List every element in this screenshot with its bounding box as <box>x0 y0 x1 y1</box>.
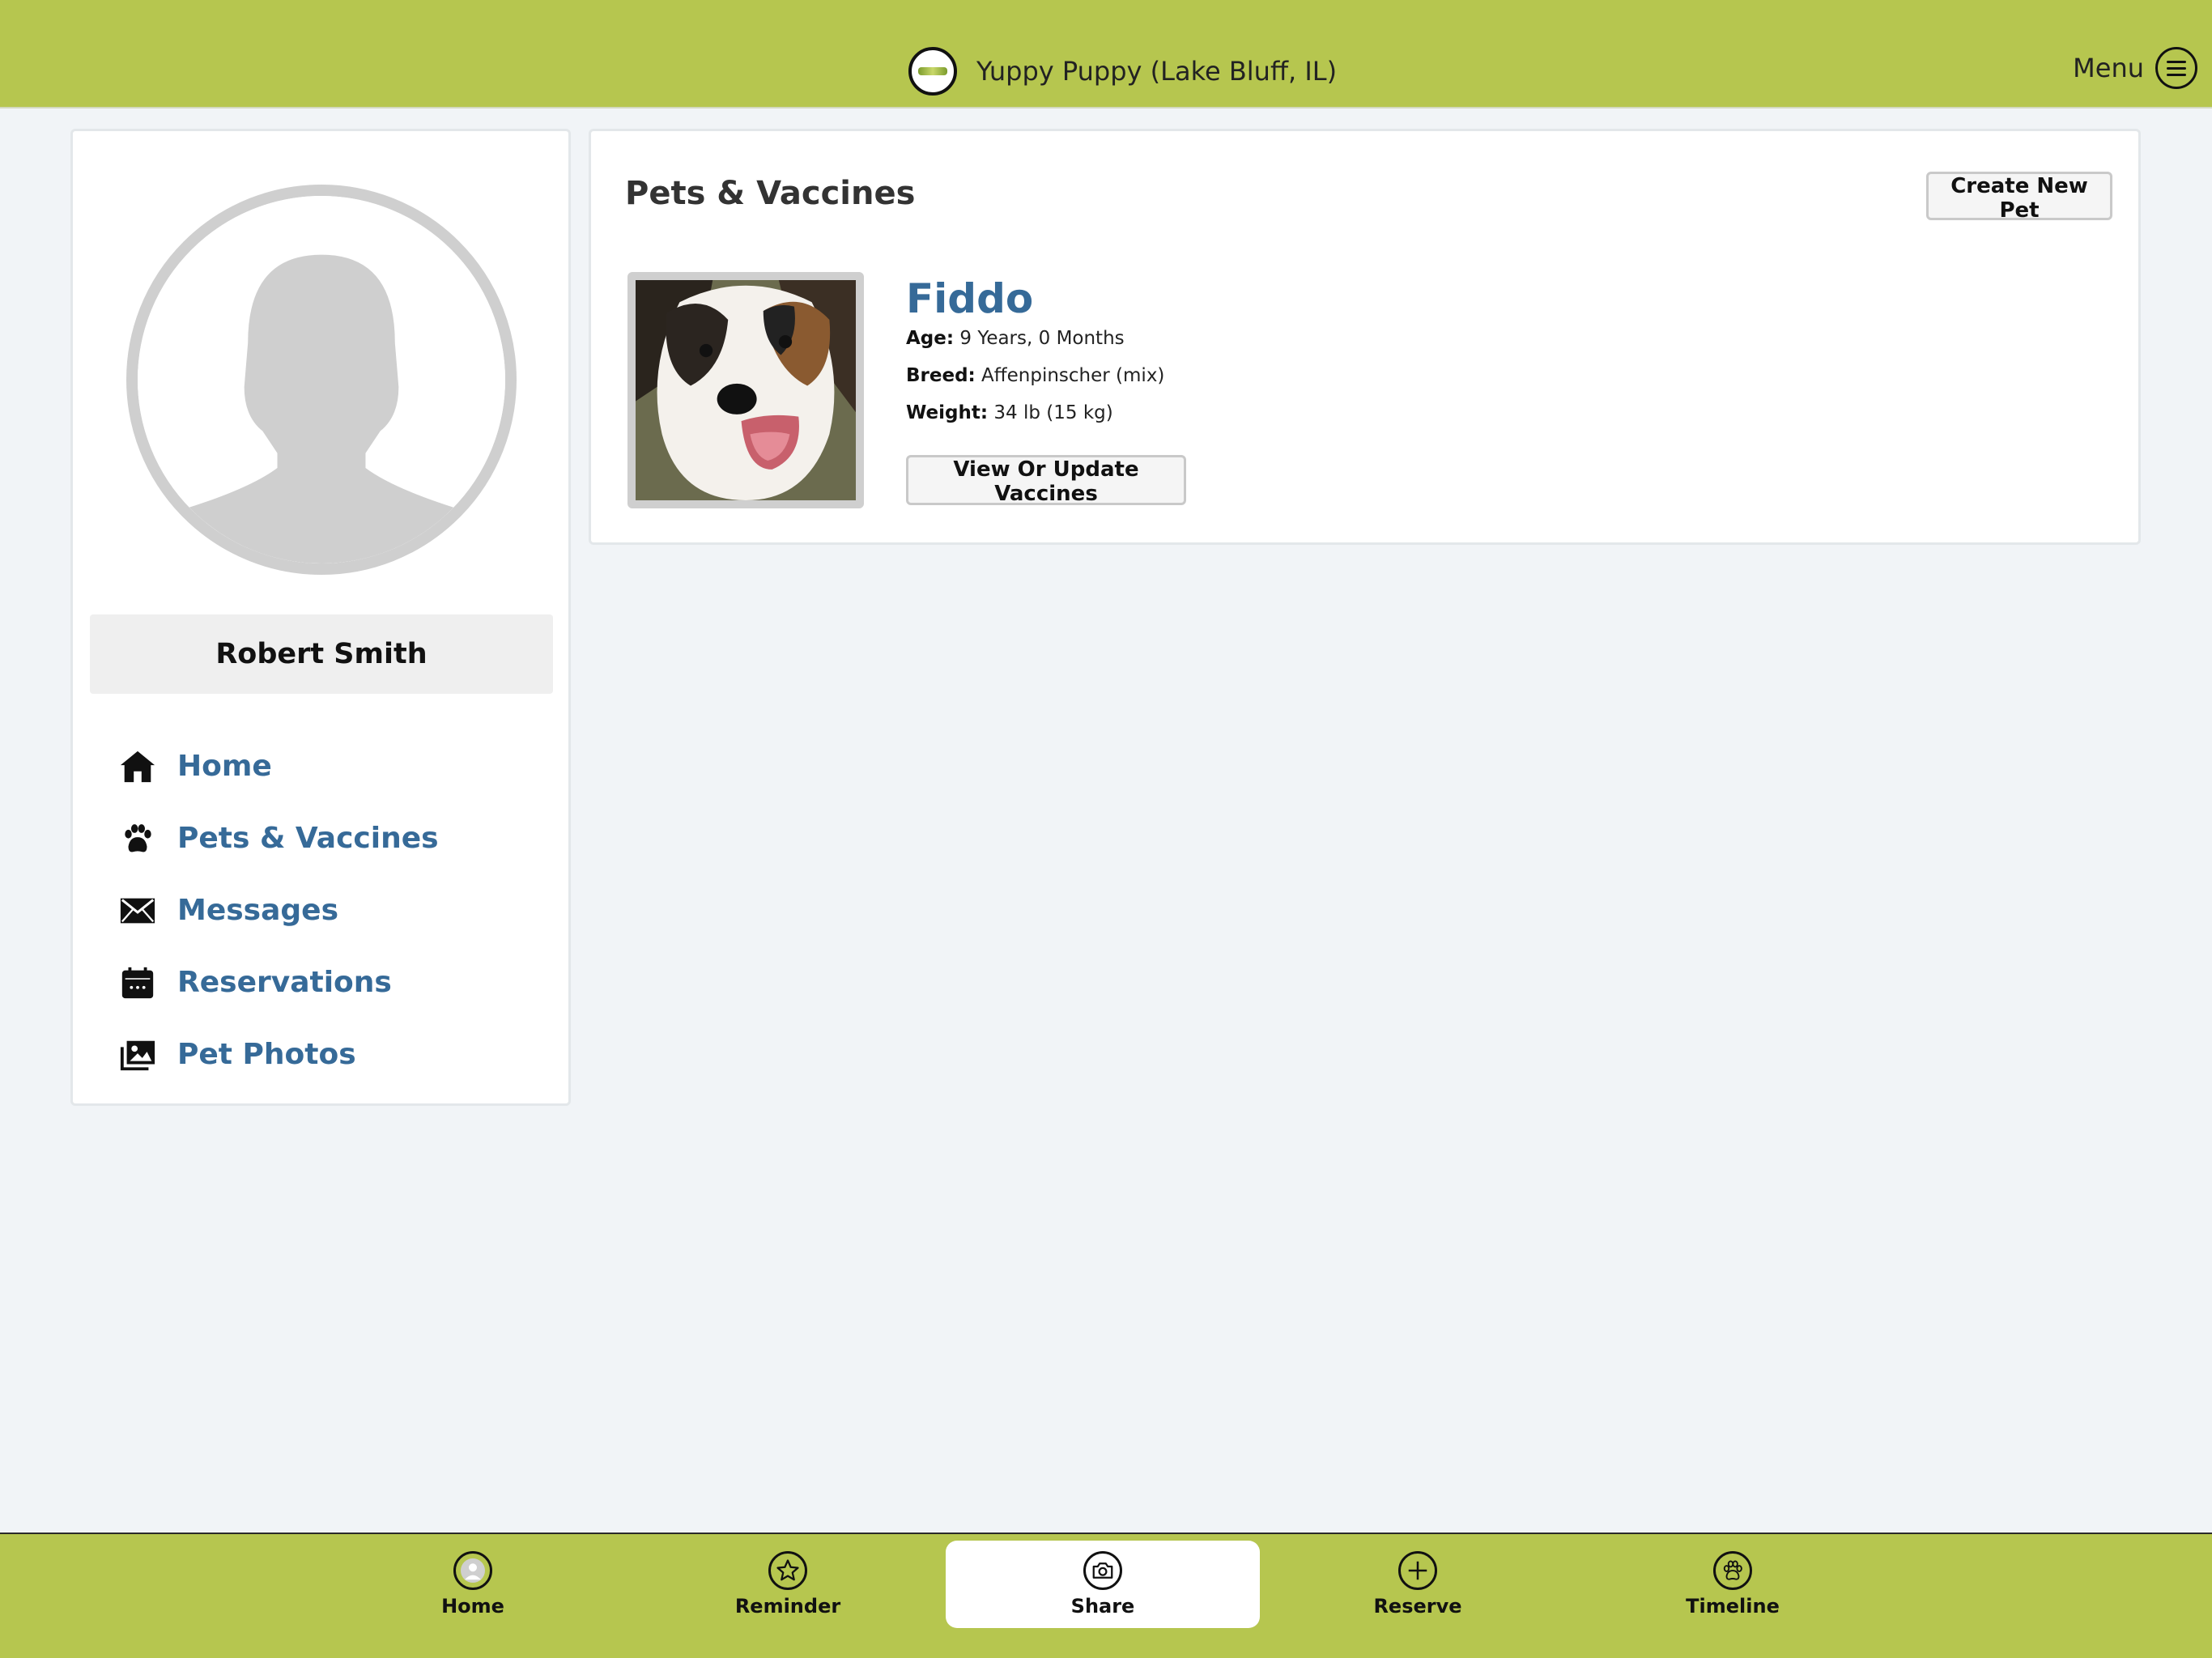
top-bar: Yuppy Puppy (Lake Bluff, IL) Menu <box>0 0 2212 108</box>
user-silhouette-icon <box>126 185 517 575</box>
sidebar-item-pets-vaccines[interactable]: Pets & Vaccines <box>117 802 538 874</box>
page-title: Pets & Vaccines <box>625 175 916 212</box>
pet-weight-label: Weight: <box>906 402 989 423</box>
pet-weight: Weight: 34 lb (15 kg) <box>906 402 1113 423</box>
tab-label: Reserve <box>1373 1595 1462 1618</box>
pet-age-label: Age: <box>906 328 955 349</box>
brand[interactable]: Yuppy Puppy (Lake Bluff, IL) <box>908 47 1337 96</box>
create-new-pet-button[interactable]: Create New Pet <box>1926 172 2112 223</box>
tab-reserve[interactable]: Reserve <box>1261 1541 1575 1628</box>
envelope-icon <box>117 891 158 931</box>
tab-label: Timeline <box>1686 1595 1780 1618</box>
pets-card: Pets & Vaccines Create New Pet Fiddo Age… <box>589 129 2141 545</box>
star-icon <box>768 1551 807 1590</box>
pet-age: Age: 9 Years, 0 Months <box>906 328 1125 349</box>
sidebar-item-label: Home <box>177 750 272 783</box>
pet-age-value: 9 Years, 0 Months <box>959 328 1125 349</box>
camera-icon <box>1083 1551 1122 1590</box>
tab-share[interactable]: Share <box>946 1541 1260 1628</box>
tab-reminder[interactable]: Reminder <box>631 1541 945 1628</box>
sidebar-item-label: Reservations <box>177 966 392 999</box>
photos-icon <box>117 1035 158 1075</box>
pet-name[interactable]: Fiddo <box>906 275 1033 322</box>
paw-icon <box>117 818 158 859</box>
pet-weight-value: 34 lb (15 kg) <box>993 402 1113 423</box>
tab-label: Share <box>1070 1595 1135 1618</box>
tab-home[interactable]: Home <box>316 1541 630 1628</box>
profile-sidebar: Robert Smith Home Pets & Vaccines Messag… <box>70 129 571 1106</box>
pet-photo[interactable] <box>627 272 864 508</box>
sidebar-item-label: Pets & Vaccines <box>177 822 439 855</box>
menu-button[interactable]: Menu <box>2073 47 2197 89</box>
bottom-tab-bar: Home Reminder Share Reserve Timeline <box>0 1533 2212 1658</box>
pet-breed: Breed: Affenpinscher (mix) <box>906 365 1164 386</box>
paw-icon <box>1713 1551 1752 1590</box>
user-name: Robert Smith <box>90 614 553 694</box>
tab-timeline[interactable]: Timeline <box>1576 1541 1890 1628</box>
sidebar-item-reservations[interactable]: Reservations <box>117 946 538 1018</box>
sidebar-item-home[interactable]: Home <box>117 730 538 802</box>
menu-label: Menu <box>2073 53 2144 83</box>
brand-logo-icon <box>908 47 957 96</box>
tab-label: Home <box>441 1595 504 1618</box>
sidebar-item-label: Pet Photos <box>177 1038 356 1071</box>
tab-label: Reminder <box>734 1595 841 1618</box>
home-icon <box>117 746 158 787</box>
view-update-vaccines-button[interactable]: View Or Update Vaccines <box>906 455 1186 506</box>
pet-breed-label: Breed: <box>906 365 976 386</box>
plus-icon <box>1398 1551 1437 1590</box>
sidebar-item-label: Messages <box>177 894 339 927</box>
brand-title: Yuppy Puppy (Lake Bluff, IL) <box>976 56 1338 87</box>
pet-breed-value: Affenpinscher (mix) <box>981 365 1165 386</box>
calendar-icon <box>117 963 158 1003</box>
hamburger-icon <box>2155 47 2197 89</box>
user-circle-icon <box>453 1551 492 1590</box>
sidebar-item-pet-photos[interactable]: Pet Photos <box>117 1018 538 1090</box>
sidebar-nav: Home Pets & Vaccines Messages Reservatio… <box>117 730 538 1090</box>
sidebar-item-messages[interactable]: Messages <box>117 874 538 946</box>
